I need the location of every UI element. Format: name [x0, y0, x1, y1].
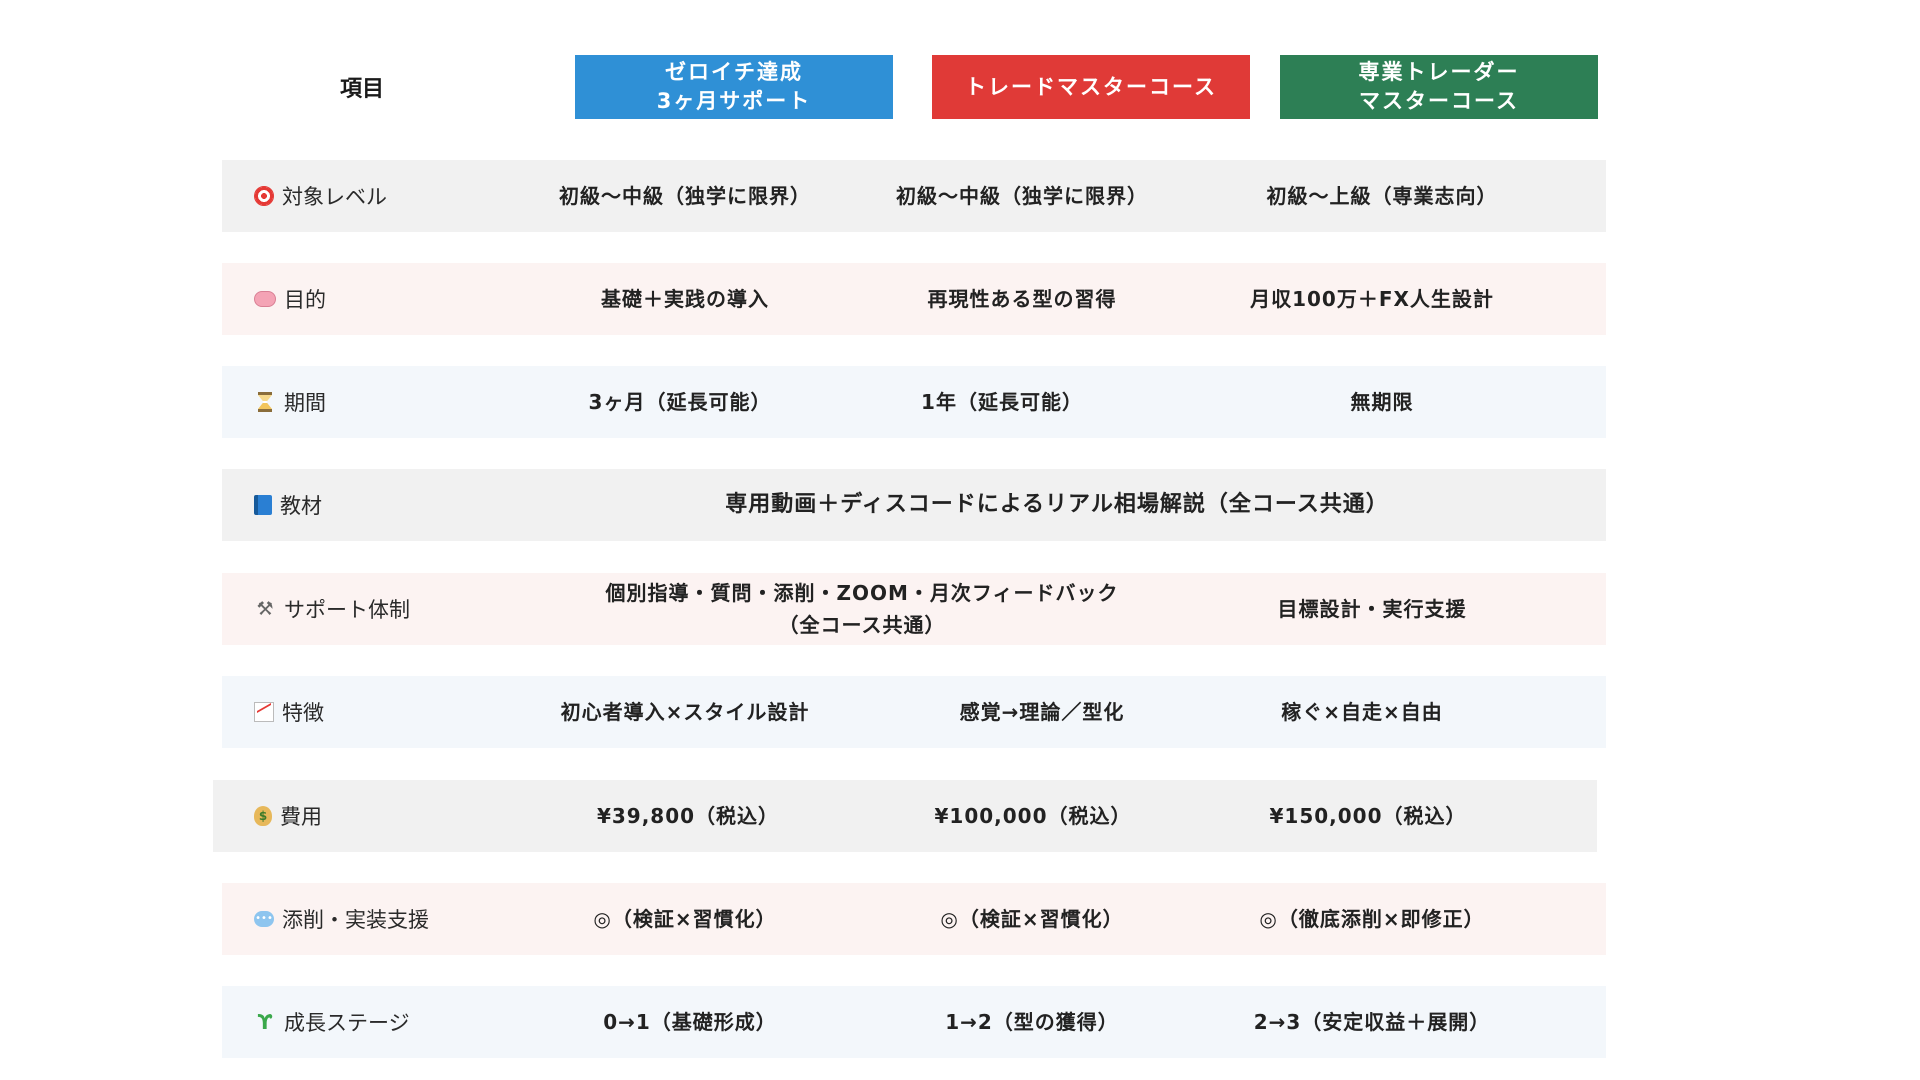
speech-balloon-icon: •••: [254, 911, 274, 927]
cell-course-1: ¥39,800（税込）: [596, 804, 780, 828]
course-header-pro-trader: 専業トレーダー マスターコース: [1280, 55, 1598, 119]
hourglass-icon: [258, 392, 272, 412]
row-label: ••• 添削・実装支援: [254, 883, 429, 955]
row-label-text: 対象レベル: [282, 185, 387, 209]
table-row-correction-support: ••• 添削・実装支援 ◎（検証×習慣化） ◎（検証×習慣化） ◎（徹底添削×即…: [222, 883, 1606, 955]
table-row-cost: $ 費用 ¥39,800（税込） ¥100,000（税込） ¥150,000（税…: [213, 780, 1597, 852]
table-row-features: 特徴 初心者導入×スタイル設計 感覚→理論／型化 稼ぐ×自走×自由: [222, 676, 1606, 748]
row-label-text: 費用: [280, 805, 322, 829]
cell-all-courses: 専用動画＋ディスコードによるリアル相場解説（全コース共通）: [725, 492, 1389, 517]
book-icon: [254, 495, 272, 515]
table-row-purpose: 目的 基礎＋実践の導入 再現性ある型の習得 月収100万＋FX人生設計: [222, 263, 1606, 335]
row-label-text: 特徴: [282, 701, 324, 725]
row-label: 特徴: [254, 676, 324, 748]
row-label-text: 教材: [280, 494, 322, 518]
course-header-zeroichi: ゼロイチ達成 3ヶ月サポート: [575, 55, 893, 119]
row-label: ϒ 成長ステージ: [254, 986, 410, 1058]
cell-course-2: 1→2（型の獲得）: [945, 1010, 1119, 1034]
cell-course-3: 初級〜上級（専業志向）: [1266, 184, 1498, 208]
cell-course-2: 感覚→理論／型化: [959, 700, 1125, 724]
cell-course-2: 再現性ある型の習得: [927, 287, 1117, 311]
table-row-materials: 教材 専用動画＋ディスコードによるリアル相場解説（全コース共通）: [222, 469, 1606, 541]
cell-course-3: 月収100万＋FX人生設計: [1250, 287, 1494, 311]
chart-increasing-icon: [254, 702, 274, 722]
row-label-text: サポート体制: [284, 598, 410, 622]
cell-course-2: ◎（検証×習慣化）: [940, 907, 1124, 931]
table-row-support: ⚒ サポート体制 個別指導・質問・添削・ZOOM・月次フィードバック （全コース…: [222, 573, 1606, 645]
cell-course-1: 3ヶ月（延長可能）: [588, 390, 772, 414]
cell-course-2: 初級〜中級（独学に限界）: [896, 184, 1148, 208]
row-label-text: 目的: [284, 288, 326, 312]
money-bag-icon: $: [254, 806, 272, 826]
cell-course-1: 基礎＋実践の導入: [601, 287, 769, 311]
brain-icon: [254, 291, 276, 307]
row-label-text: 成長ステージ: [284, 1011, 410, 1035]
table-row-growth-stage: ϒ 成長ステージ 0→1（基礎形成） 1→2（型の獲得） 2→3（安定収益＋展開…: [222, 986, 1606, 1058]
row-label-text: 期間: [284, 391, 326, 415]
cell-course-2: 1年（延長可能）: [921, 390, 1083, 414]
row-label-text: 添削・実装支援: [282, 908, 429, 932]
row-label: $ 費用: [254, 780, 322, 852]
cell-courses-1-2: 個別指導・質問・添削・ZOOM・月次フィードバック （全コース共通）: [605, 581, 1119, 637]
table-row-target-level: 対象レベル 初級〜中級（独学に限界） 初級〜中級（独学に限界） 初級〜上級（専業…: [222, 160, 1606, 232]
cell-course-3: 稼ぐ×自走×自由: [1281, 700, 1443, 724]
cell-course-3: ◎（徹底添削×即修正）: [1259, 907, 1485, 931]
hammer-and-wrench-icon: ⚒: [256, 597, 274, 620]
cell-course-3: ¥150,000（税込）: [1269, 804, 1467, 828]
row-label: 対象レベル: [254, 160, 387, 232]
cell-course-3: 2→3（安定収益＋展開）: [1253, 1010, 1491, 1034]
seedling-icon: ϒ: [257, 1010, 273, 1034]
cell-course-1: 初心者導入×スタイル設計: [560, 700, 810, 724]
cell-course-1: 0→1（基礎形成）: [603, 1010, 777, 1034]
row-label: 目的: [254, 263, 326, 335]
row-label: 期間: [254, 366, 326, 438]
cell-course-2: ¥100,000（税込）: [934, 804, 1132, 828]
table-row-period: 期間 3ヶ月（延長可能） 1年（延長可能） 無期限: [222, 366, 1606, 438]
row-label: 教材: [254, 469, 322, 541]
column-header-item: 項目: [339, 77, 384, 102]
row-label: ⚒ サポート体制: [254, 573, 410, 645]
cell-course-1: ◎（検証×習慣化）: [593, 907, 777, 931]
target-icon: [254, 186, 274, 206]
cell-course-3: 目標設計・実行支援: [1277, 597, 1467, 621]
cell-course-3: 無期限: [1350, 390, 1414, 414]
course-header-trade-master: トレードマスターコース: [932, 55, 1250, 119]
cell-course-1: 初級〜中級（独学に限界）: [559, 184, 811, 208]
